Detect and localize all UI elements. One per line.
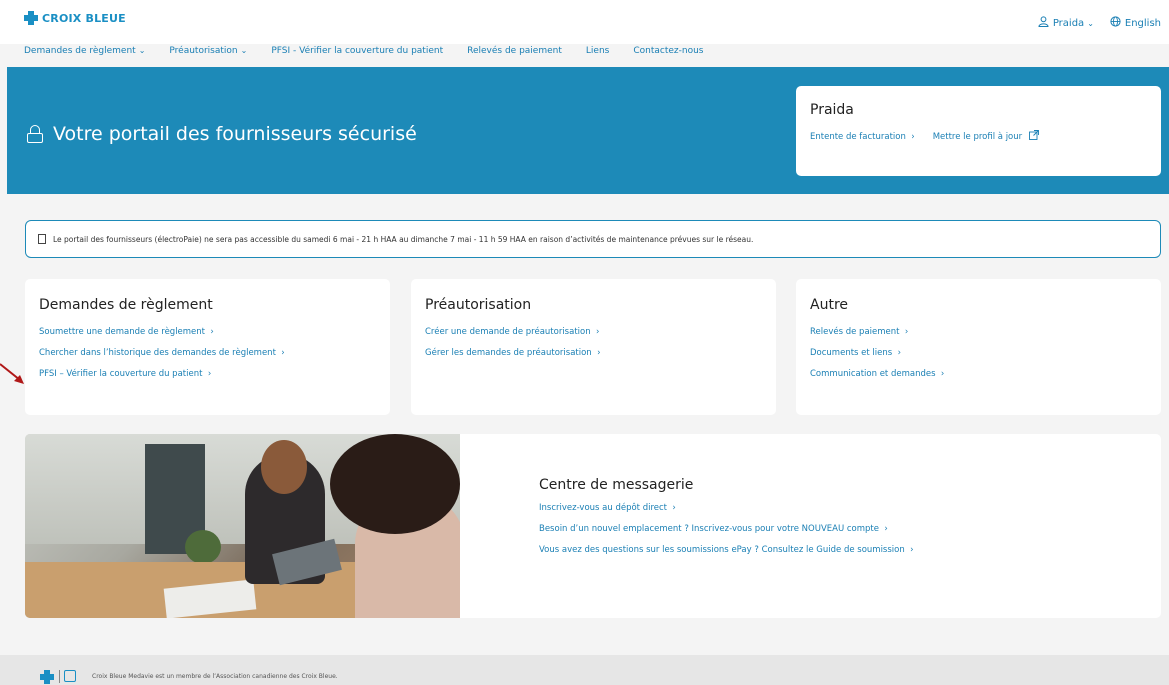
message-center-title: Centre de messagerie (539, 477, 694, 493)
language-toggle[interactable]: English (1125, 18, 1161, 29)
nav-item-preauthorization[interactable]: Préautorisation ⌄ (169, 46, 247, 56)
profile-name: Praida (810, 102, 854, 118)
nav-item-pfsi[interactable]: PFSI - Vérifier la couverture du patient (271, 46, 443, 56)
red-arrow-annotation (0, 362, 28, 394)
notice-text: Le portail des fournisseurs (électroPaie… (53, 234, 754, 244)
message-center: Centre de messagerie Inscrivez-vous au d… (25, 434, 1161, 618)
cross-icon (40, 670, 54, 684)
footer: Croix Bleue Medavie est un membre de l’A… (0, 655, 1169, 685)
documents-links-link[interactable]: Documents et liens › (810, 348, 1147, 358)
card-title: Demandes de règlement (39, 297, 213, 313)
main-nav: Demandes de règlement ⌄ Préautorisation ⌄ … (24, 46, 727, 56)
croix-bleue-logo[interactable]: CROIX BLEUE (24, 8, 126, 28)
nav-item-claims[interactable]: Demandes de règlement ⌄ (24, 46, 145, 56)
cross-icon (24, 11, 38, 25)
card-preauthorization: Préautorisation Créer une demande de pré… (411, 279, 776, 415)
logo-text: CROIX BLEUE (42, 11, 126, 25)
nav-item-contact[interactable]: Contactez-nous (633, 46, 703, 56)
message-center-content: Centre de messagerie Inscrivez-vous au d… (539, 477, 914, 566)
payment-statements-link[interactable]: Relevés de paiement › (810, 327, 1147, 337)
bookmark-icon (38, 234, 46, 244)
card-title: Autre (810, 297, 849, 313)
chevron-down-icon: ⌄ (1087, 18, 1094, 28)
user-menu[interactable]: Praida ⌄ (1053, 18, 1094, 29)
user-icon (1038, 16, 1049, 30)
profile-links: Entente de facturation › Mettre le profi… (810, 130, 1147, 143)
create-preauth-link[interactable]: Créer une demande de préautorisation › (425, 327, 762, 337)
update-profile-link[interactable]: Mettre le profil à jour (933, 130, 1039, 143)
hero-title: Votre portail des fournisseurs sécurisé (27, 123, 417, 145)
pfsi-coverage-link[interactable]: PFSI – Vérifier la couverture du patient… (39, 369, 376, 379)
globe-icon (1110, 16, 1121, 30)
card-title: Préautorisation (425, 297, 532, 313)
communication-requests-link[interactable]: Communication et demandes › (810, 369, 1147, 379)
direct-deposit-link[interactable]: Inscrivez-vous au dépôt direct › (539, 503, 914, 513)
claim-history-link[interactable]: Chercher dans l’historique des demandes … (39, 348, 376, 358)
billing-agreement-link[interactable]: Entente de facturation › (810, 132, 915, 142)
chevron-down-icon: ⌄ (138, 46, 146, 55)
card-other: Autre Relevés de paiement › Documents et… (796, 279, 1161, 415)
profile-card: Praida Entente de facturation › Mettre l… (796, 86, 1161, 176)
footer-divider (59, 670, 60, 683)
user-name: Praida (1052, 17, 1085, 29)
nav-item-links[interactable]: Liens (586, 46, 609, 56)
user-area: Praida ⌄ English (1038, 16, 1161, 30)
footer-text: Croix Bleue Medavie est un membre de l’A… (92, 673, 338, 680)
association-emblem-icon (64, 670, 76, 682)
office-photo (25, 434, 460, 618)
submission-guide-link[interactable]: Vous avez des questions sur les soumissi… (539, 545, 914, 555)
top-bar: CROIX BLEUE Praida ⌄ English (0, 0, 1169, 44)
maintenance-notice: Le portail des fournisseurs (électroPaie… (25, 220, 1161, 258)
lock-icon (27, 125, 43, 143)
card-claims: Demandes de règlement Soumettre une dema… (25, 279, 390, 415)
new-location-link[interactable]: Besoin d’un nouvel emplacement ? Inscriv… (539, 524, 914, 534)
hero-title-text: Votre portail des fournisseurs sécurisé (53, 123, 417, 145)
external-link-icon (1028, 130, 1039, 143)
manage-preauth-link[interactable]: Gérer les demandes de préautorisation › (425, 348, 762, 358)
chevron-down-icon: ⌄ (240, 46, 248, 55)
submit-claim-link[interactable]: Soumettre une demande de règlement › (39, 327, 376, 337)
nav-item-payment-statements[interactable]: Relevés de paiement (467, 46, 562, 56)
